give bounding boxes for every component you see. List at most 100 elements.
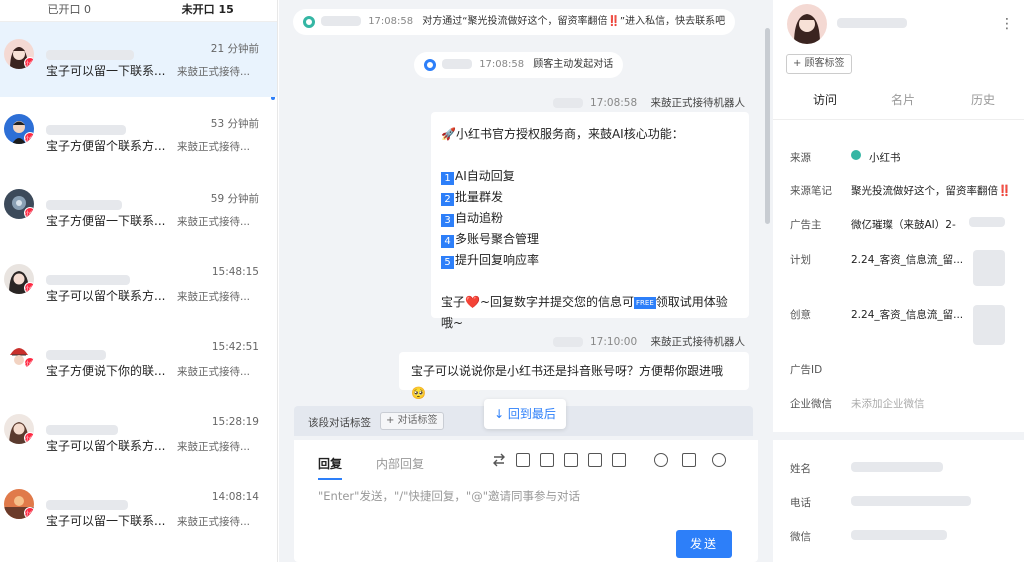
tab-opened[interactable]: 已开口 0 [0,0,139,21]
name-value [851,462,943,472]
feature-item: 5 提升回复响应率 [441,250,739,271]
book-icon[interactable] [612,453,626,467]
feature-item: 4 多账号聚合管理 [441,229,739,250]
document-icon[interactable] [516,453,530,467]
conversation-last-message: 宝子方便留一下联系... [46,214,166,228]
customer-name [321,16,361,26]
contact-name [46,497,136,511]
conversation-tag-label: 该段对话标签 [308,417,371,429]
avatar: 小红书 [4,414,34,444]
field-value: 微亿璀璨（来鼓AI）2- [851,219,956,231]
message-meta: 17:10:00 来鼓正式接待机器人 [552,334,746,349]
xiaohongshu-badge-icon: 小红书 [24,207,34,219]
system-message-text: 对方通过“聚光投流做好这个，留资率翻倍‼️”进入私信，快去联系吧 [422,16,726,27]
tab-reply[interactable]: 回复 [318,455,343,480]
add-conversation-tag-button[interactable]: + 对话标签 [380,412,444,430]
field-value: 小红书 [869,152,901,164]
tab-unopened[interactable]: 未开口 15 [139,0,278,21]
conversation-time: 15:28:19 [211,416,259,428]
scroll-to-bottom-button[interactable]: ↓ 回到最后 [484,399,566,429]
tab-visit[interactable]: 访问 [813,91,837,108]
conversation-item[interactable]: 小红书 15:42:51 宝子方便说下你的联... 来鼓正式接待... [0,322,277,397]
conversation-agent: 来鼓正式接待... [177,141,251,153]
heart-card-icon[interactable] [564,453,578,467]
tab-card[interactable]: 名片 [891,91,915,108]
field-label: 广告ID [790,364,823,376]
sender-name: 来鼓正式接待机器人 [650,336,746,348]
feature-item: 2 批量群发 [441,187,739,208]
message-time: 17:08:58 [589,97,638,109]
tab-history[interactable]: 历史 [971,91,995,108]
conversation-last-message: 宝子方便留个联系方... [46,139,166,153]
conversation-time: 59 分钟前 [210,193,259,205]
conversation-item[interactable]: 小红书 21 分钟前 宝子可以留一下联系... 来鼓正式接待... [0,22,277,97]
contact-label: 姓名 [790,463,811,475]
xiaohongshu-badge-icon: 小红书 [24,282,34,294]
message-meta: 17:08:58 来鼓正式接待机器人 [552,95,746,110]
field-label: 来源笔记 [790,185,832,197]
xiaohongshu-badge-icon: 小红书 [24,132,34,144]
field-value: 聚光投流做好这个，留资率翻倍‼️ [851,185,1012,197]
field-value: 2.24_客资_信息流_留... [851,309,964,321]
message-time: 17:10:00 [589,336,638,348]
avatar: 小红书 [4,339,34,369]
field-label: 创意 [790,309,811,321]
contact-name [46,197,136,211]
conversation-item[interactable]: 小红书 15:28:19 宝子可以留个联系方... 来鼓正式接待... [0,397,277,472]
swap-icon[interactable] [492,453,506,467]
bot-message-bubble: 🚀小红书官方授权服务商，来鼓AI核心功能： 1 AI自动回复 2 批量群发 3 自动追… [431,112,749,330]
contact-name [46,122,136,136]
call-to-action: 宝子❤️~回复数字并提交您的信息可 FREE 领取试用体验哦~ [441,295,728,330]
source-icon [303,16,315,28]
video-icon[interactable] [712,453,726,467]
conversation-tabs: 已开口 0 未开口 15 [0,0,277,22]
conversation-item[interactable]: 小红书 59 分钟前 宝子方便留一下联系... 来鼓正式接待... [0,172,277,247]
field-value: 未添加企业微信 [851,398,925,410]
message-composer: 回复 内部回复 "Enter"发送，"/"快捷回复，"@"邀请同事参与对话 发送 [294,440,758,562]
tab-internal-reply[interactable]: 内部回复 [376,455,424,472]
customer-name [837,18,907,28]
edit-icon[interactable] [540,453,554,467]
conversation-item[interactable]: 小红书 15:48:15 宝子可以留个联系方... 来鼓正式接待... [0,247,277,322]
customer-name [442,59,472,69]
wechat-value [851,530,947,540]
image-icon[interactable] [682,453,696,467]
xiaohongshu-icon [851,150,861,160]
conversation-time: 15:48:15 [211,266,259,278]
conversation-agent: 来鼓正式接待... [177,366,251,378]
conversation-agent: 来鼓正式接待... [177,291,251,303]
avatar: 小红书 [4,264,34,294]
avatar: 小红书 [4,39,34,69]
system-message-text: 顾客主动发起对话 [533,59,614,70]
field-label: 计划 [790,254,811,266]
chat-scrollbar[interactable] [765,28,770,224]
xiaohongshu-badge-icon: 小红书 [24,432,34,444]
divider [773,432,1024,440]
add-customer-tag-button[interactable]: + 顾客标签 [786,54,852,74]
avatar: 小红书 [4,114,34,144]
more-options-icon[interactable]: ⋮ [1000,16,1014,32]
field-label: 来源 [790,152,811,164]
contact-name [46,47,136,61]
system-message-start: 17:08:58 顾客主动发起对话 [414,52,624,78]
feature-item: 3 自动追粉 [441,208,739,229]
conversation-item[interactable]: 小红书 53 分钟前 宝子方便留个联系方... 来鼓正式接待... [0,97,277,172]
field-label: 广告主 [790,219,822,231]
xiaohongshu-badge-icon: 小红书 [24,507,34,519]
conversation-time: 14:08:14 [211,491,259,503]
message-input[interactable]: "Enter"发送，"/"快捷回复，"@"邀请同事参与对话 [318,488,580,504]
message-time: 17:08:58 [479,59,525,70]
contact-name [46,422,136,436]
message-time: 17:08:58 [368,16,414,27]
system-message-entry: 17:08:58 对方通过“聚光投流做好这个，留资率翻倍‼️”进入私信，快去联系… [293,9,736,35]
window-icon[interactable] [588,453,602,467]
sender-name: 来鼓正式接待机器人 [650,97,746,109]
send-button[interactable]: 发送 [676,530,732,558]
field-value: 2.24_客资_信息流_留... [851,254,964,266]
conversation-item[interactable]: 小红书 14:08:14 宝子可以留一下联系... 来鼓正式接待... [0,472,277,547]
conversation-time: 53 分钟前 [210,118,259,130]
emoji-icon[interactable] [654,453,668,467]
customer-avatar [787,4,827,44]
contact-label: 电话 [790,497,811,509]
user-icon [424,59,436,71]
